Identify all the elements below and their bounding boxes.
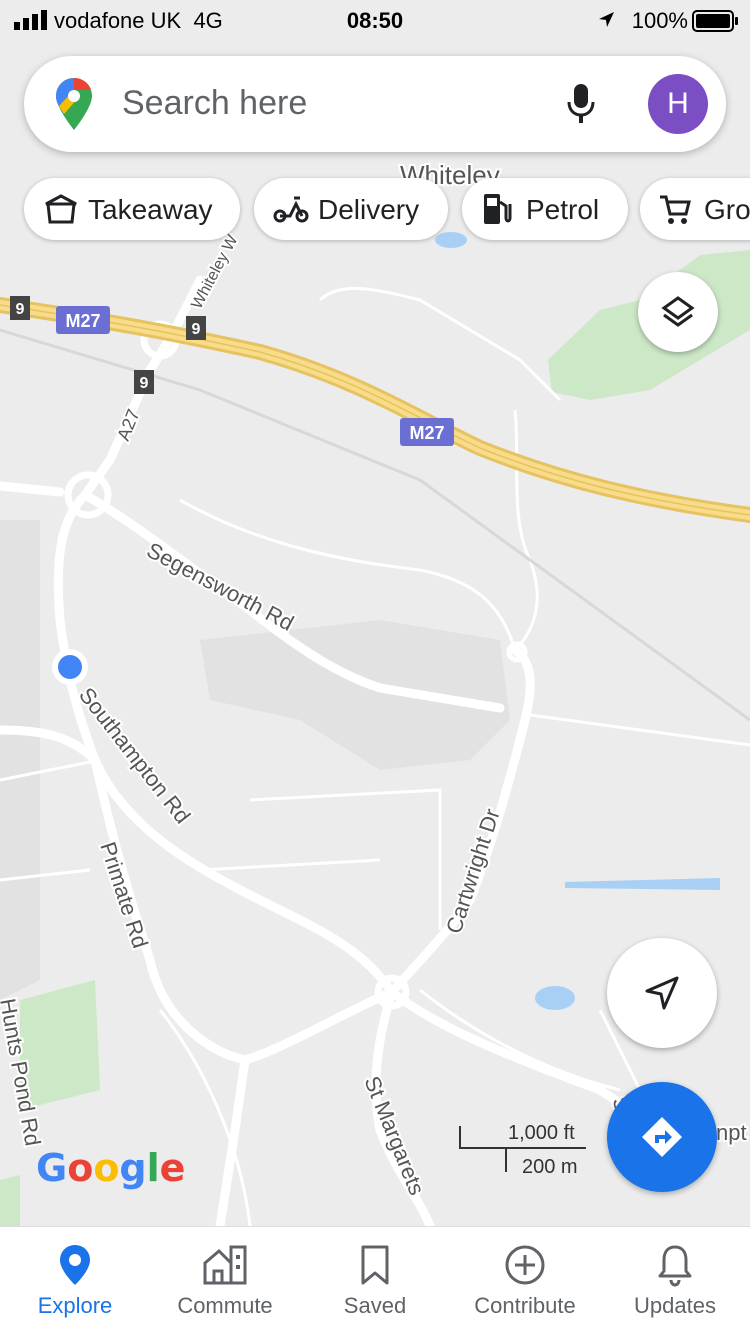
bell-icon <box>658 1245 692 1287</box>
svg-text:M27: M27 <box>409 423 444 443</box>
search-input[interactable]: Search here <box>122 84 307 123</box>
battery-percent: 100% <box>631 8 688 33</box>
chip-takeaway[interactable]: Takeaway <box>24 178 240 240</box>
scale-meters: 200 m <box>522 1156 578 1178</box>
nav-label: Updates <box>634 1293 716 1318</box>
junction-number: 9 <box>16 301 25 318</box>
chip-delivery[interactable]: Delivery <box>254 178 448 240</box>
water <box>435 232 467 248</box>
bottom-navigation: Explore Commute Saved Contribute Updates <box>0 1226 750 1335</box>
nav-label: Commute <box>177 1293 273 1318</box>
scale-feet: 1,000 ft <box>508 1122 575 1144</box>
water <box>535 986 575 1010</box>
navigation-arrow-icon <box>645 976 679 1010</box>
google-logo: Google <box>36 1146 186 1190</box>
junction-number: 9 <box>140 375 149 392</box>
commute-building-icon <box>203 1245 247 1285</box>
chip-groceries[interactable]: Gro <box>640 178 750 240</box>
add-circle-icon <box>505 1245 545 1285</box>
residential-area <box>0 520 40 1000</box>
chip-petrol[interactable]: Petrol <box>462 178 628 240</box>
chip-label: Delivery <box>318 194 420 225</box>
microphone-icon[interactable] <box>566 82 596 126</box>
google-maps-pin-icon <box>56 78 92 130</box>
account-avatar[interactable]: H <box>648 74 708 134</box>
nav-updates[interactable]: Updates <box>600 1227 750 1335</box>
petrol-icon <box>484 194 512 224</box>
road-label: npt <box>716 1120 747 1145</box>
nav-contribute[interactable]: Contribute <box>450 1227 600 1335</box>
chip-label: Gro <box>704 194 750 225</box>
nav-saved[interactable]: Saved <box>300 1227 450 1335</box>
nav-label: Contribute <box>474 1293 576 1318</box>
chip-label: Petrol <box>526 194 600 225</box>
delivery-icon <box>273 196 309 223</box>
layers-icon <box>661 296 695 327</box>
directions-icon <box>642 1117 682 1157</box>
nav-label: Explore <box>37 1293 113 1318</box>
status-bar: vodafone UK 4G 08:50 100% <box>0 0 750 40</box>
layers-button[interactable] <box>638 272 718 352</box>
svg-text:M27: M27 <box>65 311 100 331</box>
junction-number: 9 <box>192 321 201 338</box>
m27-badge: M27 <box>400 418 454 446</box>
my-location-button[interactable] <box>607 938 717 1048</box>
nav-commute[interactable]: Commute <box>150 1227 300 1335</box>
groceries-icon <box>660 195 691 224</box>
directions-button[interactable] <box>607 1082 717 1192</box>
current-location-dot <box>58 655 82 679</box>
explore-pin-icon <box>60 1245 90 1285</box>
battery-icon <box>692 10 738 32</box>
map-scale: 1,000 ft 200 m <box>458 1118 588 1178</box>
nav-explore[interactable]: Explore <box>0 1227 150 1335</box>
chip-label: Takeaway <box>88 194 213 225</box>
m27-badge: M27 <box>56 306 110 334</box>
park-area <box>0 1175 20 1226</box>
bookmark-icon <box>361 1245 389 1285</box>
search-bar[interactable]: Search here H <box>24 56 726 152</box>
location-arrow-icon <box>599 12 614 27</box>
takeaway-icon <box>45 194 77 224</box>
nav-label: Saved <box>343 1293 407 1318</box>
